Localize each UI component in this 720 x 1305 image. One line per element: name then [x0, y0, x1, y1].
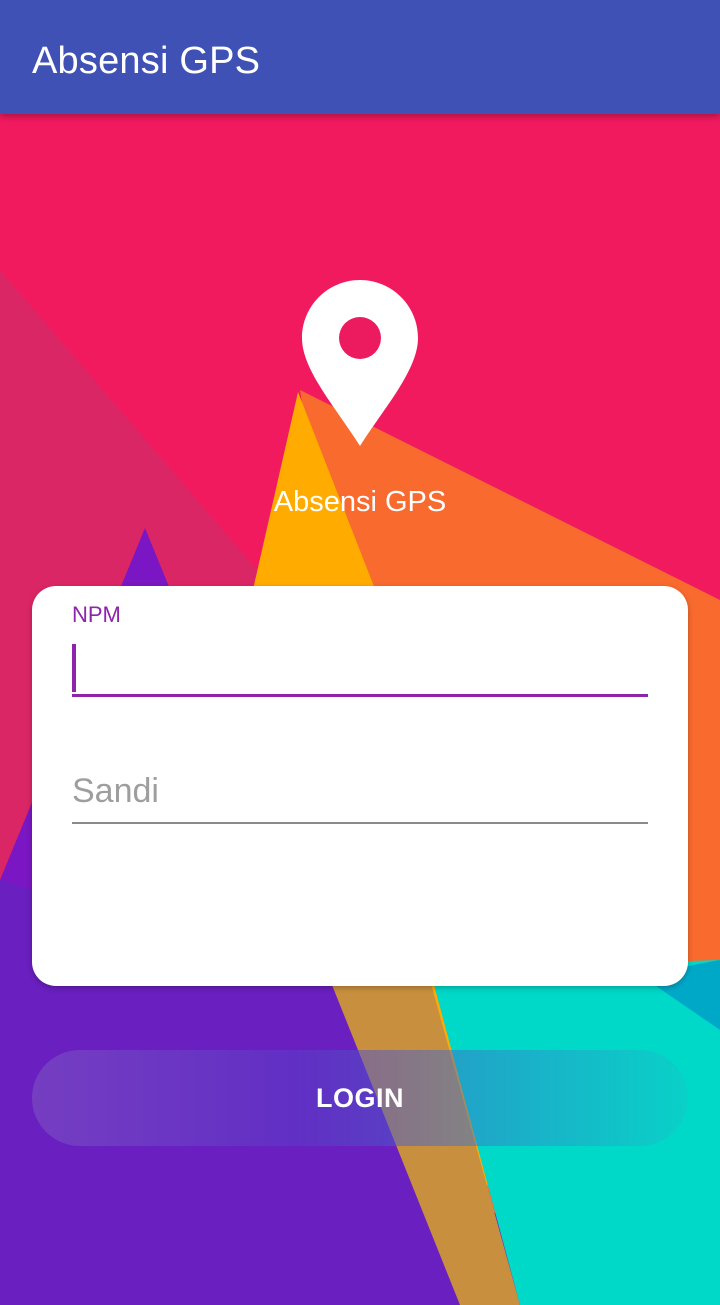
login-button[interactable]: LOGIN: [32, 1050, 688, 1146]
sandi-placeholder: Sandi: [72, 772, 159, 810]
text-cursor: [72, 644, 76, 692]
npm-label: NPM: [72, 602, 121, 627]
npm-underline: [72, 694, 648, 697]
app-title: Absensi GPS: [32, 40, 261, 82]
app-bar: Absensi GPS: [0, 0, 720, 114]
location-pin-icon: [302, 280, 418, 446]
login-screen: Absensi GPS Absensi GPS NPM Sandi LOGIN: [0, 0, 720, 1305]
npm-field[interactable]: NPM: [72, 602, 648, 700]
sandi-field[interactable]: Sandi: [72, 766, 648, 826]
logo-title: Absensi GPS: [273, 486, 447, 518]
login-card: NPM Sandi: [32, 586, 688, 986]
sandi-underline: [72, 822, 648, 824]
